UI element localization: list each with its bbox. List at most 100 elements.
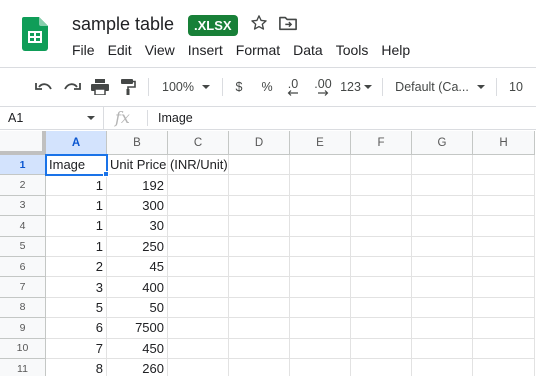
cell-d4[interactable] xyxy=(229,216,290,237)
column-header-c[interactable]: C xyxy=(168,131,229,155)
cell-d9[interactable] xyxy=(229,318,290,339)
cell-d5[interactable] xyxy=(229,236,290,257)
cell-e10[interactable] xyxy=(290,338,351,359)
paint-format-button[interactable] xyxy=(116,68,140,106)
menu-data[interactable]: Data xyxy=(293,42,323,58)
cell-g3[interactable] xyxy=(412,195,473,217)
select-all-corner[interactable] xyxy=(0,131,46,155)
cell-e2[interactable] xyxy=(290,175,351,196)
cell-a1[interactable]: Image xyxy=(45,153,108,177)
name-box[interactable]: A1 xyxy=(0,107,104,129)
decrease-decimal-button[interactable]: .0 xyxy=(282,68,304,106)
cell-f5[interactable] xyxy=(351,236,412,257)
cell-d7[interactable] xyxy=(229,277,290,298)
cell-h1[interactable] xyxy=(473,155,535,176)
cell-b11[interactable]: 260 xyxy=(107,359,168,376)
cell-g11[interactable] xyxy=(412,359,473,376)
more-formats-button[interactable]: 123 xyxy=(338,68,374,106)
column-header-d[interactable]: D xyxy=(229,131,290,155)
cell-d11[interactable] xyxy=(229,359,290,376)
redo-button[interactable] xyxy=(60,68,84,106)
cell-a3[interactable]: 1 xyxy=(46,195,107,217)
cell-c9[interactable] xyxy=(168,318,229,339)
cell-f2[interactable] xyxy=(351,175,412,196)
cell-a8[interactable]: 5 xyxy=(46,297,107,319)
column-header-a[interactable]: A xyxy=(46,131,107,155)
cell-b2[interactable]: 192 xyxy=(107,175,168,196)
cell-h11[interactable] xyxy=(473,359,535,376)
cell-b5[interactable]: 250 xyxy=(107,236,168,257)
cell-g2[interactable] xyxy=(412,175,473,196)
cell-h10[interactable] xyxy=(473,338,535,359)
cell-d1[interactable] xyxy=(229,155,290,176)
cell-c8[interactable] xyxy=(168,297,229,319)
cell-h3[interactable] xyxy=(473,195,535,217)
cell-a7[interactable]: 3 xyxy=(46,277,107,298)
cell-d6[interactable] xyxy=(229,257,290,278)
cell-c6[interactable] xyxy=(168,257,229,278)
cell-d2[interactable] xyxy=(229,175,290,196)
document-title[interactable]: sample table xyxy=(72,14,174,35)
cell-g7[interactable] xyxy=(412,277,473,298)
cell-b3[interactable]: 300 xyxy=(107,195,168,217)
move-to-folder-icon[interactable] xyxy=(279,15,297,31)
cell-g4[interactable] xyxy=(412,216,473,237)
cell-a2[interactable]: 1 xyxy=(46,175,107,196)
cell-e8[interactable] xyxy=(290,297,351,319)
row-header-8[interactable]: 8 xyxy=(0,297,46,319)
cell-f1[interactable] xyxy=(351,155,412,176)
currency-format-button[interactable]: $ xyxy=(230,68,248,106)
cell-c4[interactable] xyxy=(168,216,229,237)
cell-a9[interactable]: 6 xyxy=(46,318,107,339)
row-header-11[interactable]: 11 xyxy=(0,359,46,376)
column-header-h[interactable]: H xyxy=(473,131,535,155)
cell-c11[interactable] xyxy=(168,359,229,376)
increase-decimal-button[interactable]: .00 xyxy=(310,68,336,106)
cell-f6[interactable] xyxy=(351,257,412,278)
cell-b9[interactable]: 7500 xyxy=(107,318,168,339)
row-header-6[interactable]: 6 xyxy=(0,257,46,278)
cell-g1[interactable] xyxy=(412,155,473,176)
cell-f10[interactable] xyxy=(351,338,412,359)
undo-button[interactable] xyxy=(32,68,56,106)
menu-format[interactable]: Format xyxy=(236,42,280,58)
cell-d8[interactable] xyxy=(229,297,290,319)
cell-b6[interactable]: 45 xyxy=(107,257,168,278)
cell-a6[interactable]: 2 xyxy=(46,257,107,278)
row-header-4[interactable]: 4 xyxy=(0,216,46,237)
cell-e4[interactable] xyxy=(290,216,351,237)
cell-e1[interactable] xyxy=(290,155,351,176)
cell-g9[interactable] xyxy=(412,318,473,339)
cell-a5[interactable]: 1 xyxy=(46,236,107,257)
cell-f11[interactable] xyxy=(351,359,412,376)
cell-f9[interactable] xyxy=(351,318,412,339)
row-header-3[interactable]: 3 xyxy=(0,195,46,217)
row-header-9[interactable]: 9 xyxy=(0,318,46,339)
cell-b8[interactable]: 50 xyxy=(107,297,168,319)
row-header-7[interactable]: 7 xyxy=(0,277,46,298)
cell-d3[interactable] xyxy=(229,195,290,217)
column-header-e[interactable]: E xyxy=(290,131,351,155)
font-family-select[interactable]: Default (Ca... xyxy=(390,68,490,106)
star-icon[interactable] xyxy=(250,14,268,32)
zoom-select[interactable]: 100% xyxy=(156,68,216,106)
cell-h7[interactable] xyxy=(473,277,535,298)
row-header-5[interactable]: 5 xyxy=(0,236,46,257)
menu-help[interactable]: Help xyxy=(381,42,410,58)
cell-h6[interactable] xyxy=(473,257,535,278)
cell-c2[interactable] xyxy=(168,175,229,196)
cell-e3[interactable] xyxy=(290,195,351,217)
cell-d10[interactable] xyxy=(229,338,290,359)
cell-g10[interactable] xyxy=(412,338,473,359)
cell-f7[interactable] xyxy=(351,277,412,298)
cell-b7[interactable]: 400 xyxy=(107,277,168,298)
menu-insert[interactable]: Insert xyxy=(188,42,223,58)
cell-c5[interactable] xyxy=(168,236,229,257)
cell-e11[interactable] xyxy=(290,359,351,376)
cell-a10[interactable]: 7 xyxy=(46,338,107,359)
cell-b4[interactable]: 30 xyxy=(107,216,168,237)
cell-h8[interactable] xyxy=(473,297,535,319)
cell-c3[interactable] xyxy=(168,195,229,217)
cell-b10[interactable]: 450 xyxy=(107,338,168,359)
menu-edit[interactable]: Edit xyxy=(108,42,132,58)
